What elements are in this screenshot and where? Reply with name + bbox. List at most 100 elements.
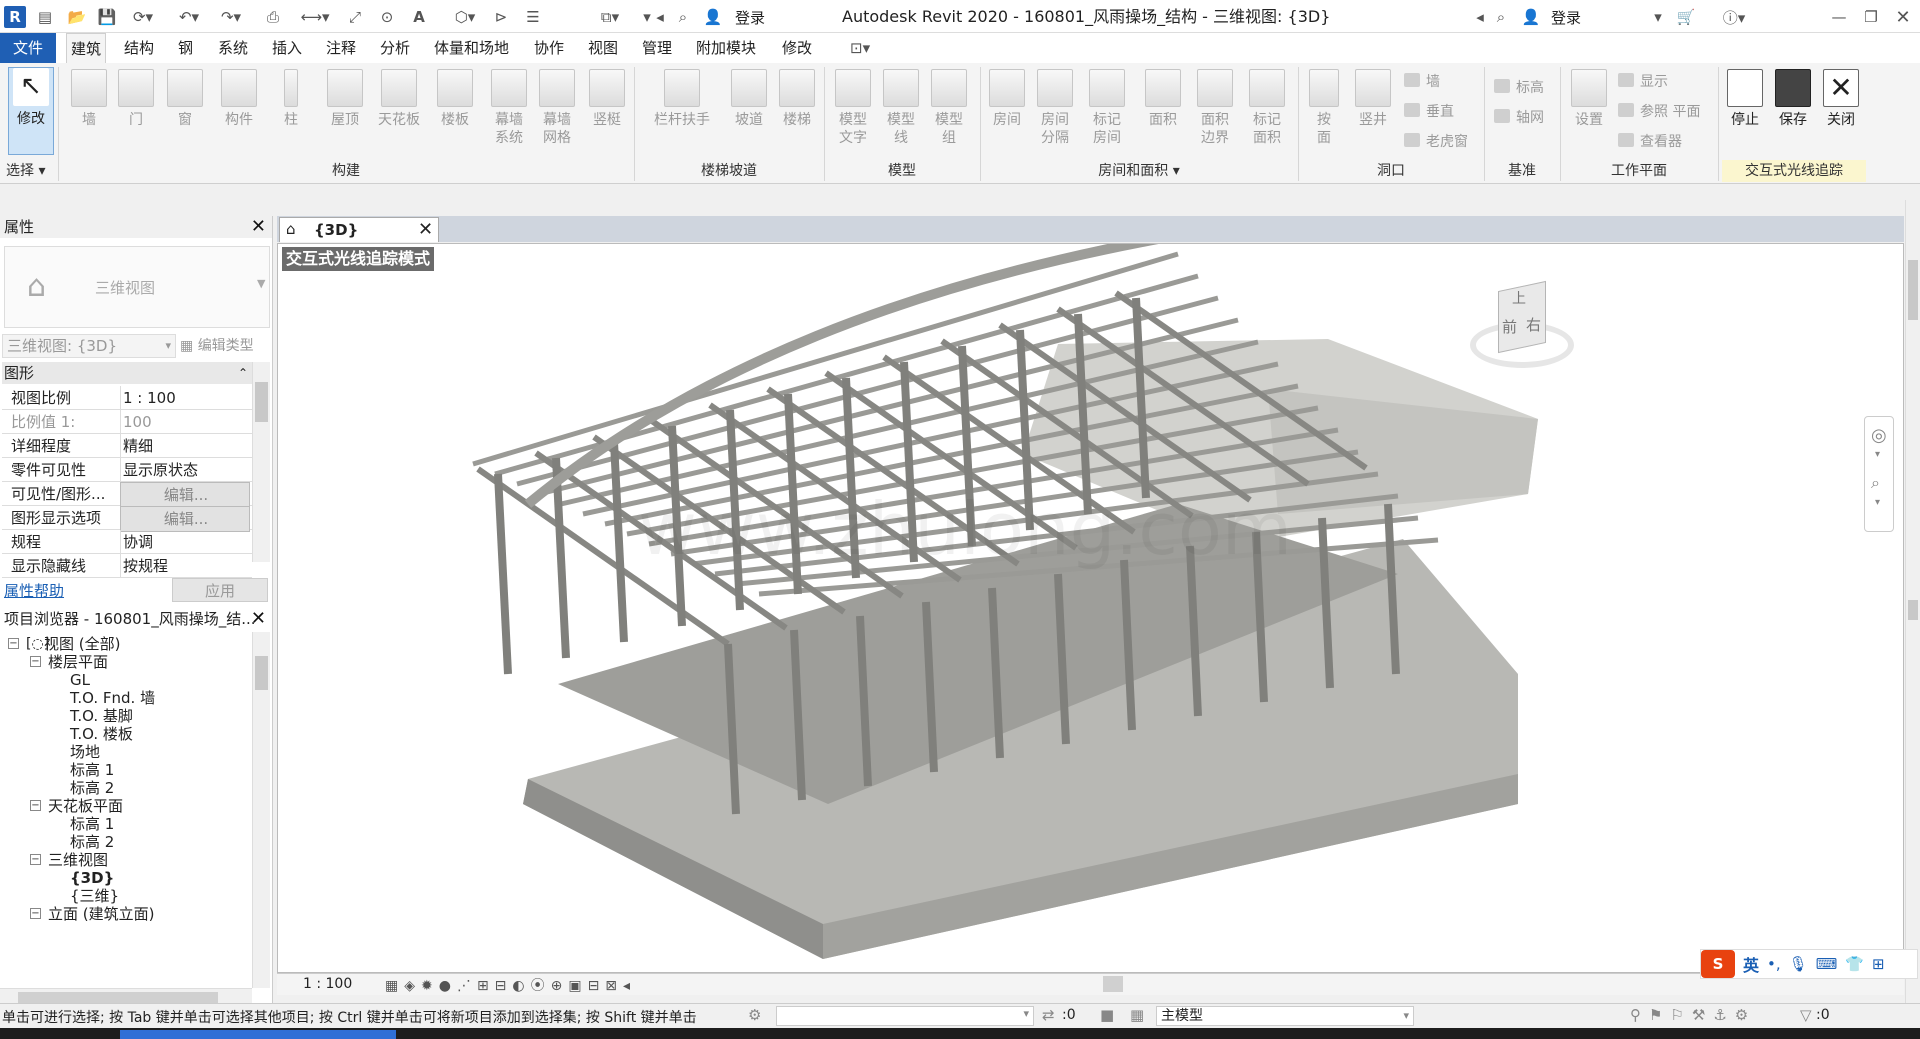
modify-button[interactable]: ↖ 修改 <box>8 67 54 155</box>
scroll-thumb[interactable] <box>255 382 268 422</box>
viewcube[interactable]: 上 前 右 <box>1466 280 1576 374</box>
tab-steel[interactable]: 钢 <box>174 33 197 63</box>
main-vscrollbar[interactable] <box>1905 200 1920 1003</box>
tree-toggle[interactable]: − <box>30 800 41 811</box>
save-icon[interactable]: 💾 <box>96 6 118 28</box>
floor-button[interactable]: 楼板 <box>432 69 478 129</box>
model-text-button[interactable]: 模型 文字 <box>830 69 876 147</box>
set-workplane-button[interactable]: 设置 <box>1566 69 1612 129</box>
print-icon[interactable]: ⎙ <box>262 6 284 28</box>
tree-item[interactable]: T.O. 楼板 <box>70 724 133 744</box>
property-row[interactable]: 图形显示选项 编辑... <box>2 506 252 532</box>
component-button[interactable]: 构件 <box>216 69 262 129</box>
text-icon[interactable]: A <box>408 6 430 28</box>
model-group-button[interactable]: 模型 组 <box>926 69 972 147</box>
properties-scrollbar[interactable] <box>252 362 270 562</box>
tree-item[interactable]: {3D} <box>70 868 114 888</box>
section-icon[interactable]: ⊳ <box>490 6 512 28</box>
panel-room-area[interactable]: 房间和面积 ▾ <box>980 160 1298 182</box>
close-browser-icon[interactable]: ✕ <box>251 608 266 630</box>
tree-item[interactable]: T.O. 基脚 <box>70 706 133 726</box>
by-face-button[interactable]: 按 面 <box>1304 69 1344 147</box>
undo-icon[interactable]: ↶▾ <box>172 6 206 28</box>
open-icon[interactable]: 📂 <box>66 6 88 28</box>
scroll-left-icon[interactable]: ◂ <box>652 6 668 28</box>
dormer-opening-button[interactable]: 老虎窗 <box>1404 131 1468 151</box>
design-options-icon[interactable]: ■ <box>1100 1006 1114 1024</box>
workset-selector[interactable]: ▾ <box>776 1006 1034 1026</box>
scroll-thumb[interactable] <box>255 656 268 690</box>
curtain-system-button[interactable]: 幕墙 系统 <box>486 69 532 147</box>
steering-wheel-icon[interactable]: ◎ <box>1871 425 1887 446</box>
ime-language[interactable]: 英 <box>1743 952 1759 976</box>
tree-item[interactable]: 标高 1 <box>70 760 114 780</box>
property-row[interactable]: 视图比例 1 : 100 <box>2 386 252 410</box>
tag-icon[interactable]: ⊙ <box>376 6 398 28</box>
vertical-opening-button[interactable]: 垂直 <box>1404 101 1454 121</box>
tab-annotate[interactable]: 注释 <box>322 33 360 63</box>
cube-right-label[interactable]: 右 <box>1526 314 1541 335</box>
property-row[interactable]: 规程 协调 <box>2 530 252 554</box>
aligned-dimension-icon[interactable]: ⤢ <box>344 6 366 28</box>
tree-toggle[interactable]: − <box>8 638 19 649</box>
tree-item[interactable]: T.O. Fnd. 墙 <box>70 688 155 708</box>
filter-icon[interactable]: ▽ <box>1800 1006 1812 1024</box>
scroll-thumb[interactable] <box>1908 260 1918 320</box>
apply-button[interactable]: 应用 <box>172 578 268 602</box>
worksets-icon[interactable]: ⚙ <box>748 1006 761 1024</box>
exclude-options-icon[interactable]: ▦ <box>1130 1006 1144 1024</box>
type-preview[interactable]: ⌂ 三维视图 ▼ <box>4 246 270 328</box>
view-control-icons[interactable]: ▦◈✹●⋰⊞⊟◐⦿⊕▣⊟⊠◂ <box>385 975 636 995</box>
tab-modify[interactable]: 修改 <box>778 33 816 63</box>
keyboard-icon[interactable]: ⌨ <box>1816 955 1838 973</box>
cart-icon[interactable]: 🛒 <box>1674 6 1698 28</box>
browser-scrollbar[interactable] <box>252 632 270 988</box>
properties-help-link[interactable]: 属性帮助 <box>4 580 64 601</box>
ceiling-button[interactable]: 天花板 <box>376 69 422 129</box>
tab-architecture[interactable]: 建筑 <box>66 33 107 63</box>
show-workplane-button[interactable]: 显示 <box>1618 71 1668 91</box>
zoom-icon[interactable]: ⌕ <box>1871 473 1880 493</box>
chevron-down-icon[interactable]: ▾ <box>1875 497 1880 508</box>
tag-area-button[interactable]: 标记 面积 <box>1244 69 1290 147</box>
revit-logo-icon[interactable]: R <box>4 6 26 28</box>
3d-view-icon[interactable]: ⬡▾ <box>448 6 482 28</box>
tree-toggle[interactable]: − <box>30 656 41 667</box>
roof-button[interactable]: 屋顶 <box>322 69 368 129</box>
ime-punctuation-icon[interactable]: •, <box>1767 955 1781 973</box>
taskbar-active-item[interactable] <box>120 1030 396 1039</box>
login-link-right[interactable]: 登录 <box>1546 6 1586 28</box>
tree-item[interactable]: 楼层平面 <box>48 652 108 672</box>
property-value[interactable]: 按规程 <box>120 554 250 578</box>
property-row[interactable]: 显示隐藏线 按规程 <box>2 554 252 578</box>
design-option-selector[interactable]: 主模型 ▾ <box>1156 1006 1414 1026</box>
sync-icon[interactable]: ⟳▾ <box>128 6 158 28</box>
level-button[interactable]: 标高 <box>1494 77 1544 97</box>
room-button[interactable]: 房间 <box>984 69 1030 129</box>
editable-only-icon[interactable]: ⇄ <box>1042 1006 1055 1024</box>
restore-icon[interactable]: ❐ <box>1860 6 1882 28</box>
ribbon-toggle-icon[interactable]: ⊡▾ <box>846 33 874 63</box>
tree-item[interactable]: 立面 (建筑立面) <box>48 904 154 924</box>
ramp-button[interactable]: 坡道 <box>726 69 772 129</box>
hscroll-thumb[interactable] <box>1103 976 1123 992</box>
stair-button[interactable]: 楼梯 <box>774 69 820 129</box>
cube-front-label[interactable]: 前 <box>1502 316 1517 337</box>
minimize-icon[interactable]: — <box>1828 6 1850 28</box>
mullion-button[interactable]: 竖梃 <box>584 69 630 129</box>
model-line-button[interactable]: 模型 线 <box>878 69 924 147</box>
sogou-logo-icon[interactable]: S <box>1701 950 1735 978</box>
property-value[interactable]: 1 : 100 <box>120 386 250 410</box>
application-menu-icon[interactable]: ▤ <box>34 6 56 28</box>
close-window-icon[interactable]: ✕ <box>1892 6 1914 28</box>
property-row[interactable]: 零件可见性 显示原状态 <box>2 458 252 482</box>
close-properties-icon[interactable]: ✕ <box>251 216 266 238</box>
property-row[interactable]: 可见性/图形... 编辑... <box>2 482 252 508</box>
tab-structure[interactable]: 结构 <box>120 33 158 63</box>
tree-item[interactable]: 标高 2 <box>70 778 114 798</box>
redo-icon[interactable]: ↷▾ <box>214 6 248 28</box>
group-graphics[interactable]: 图形 ⌃ <box>2 362 252 384</box>
close-tab-icon[interactable]: ✕ <box>418 219 433 240</box>
save-render-button[interactable]: 保存 <box>1770 69 1816 129</box>
wall-button[interactable]: 墙 <box>66 69 112 129</box>
